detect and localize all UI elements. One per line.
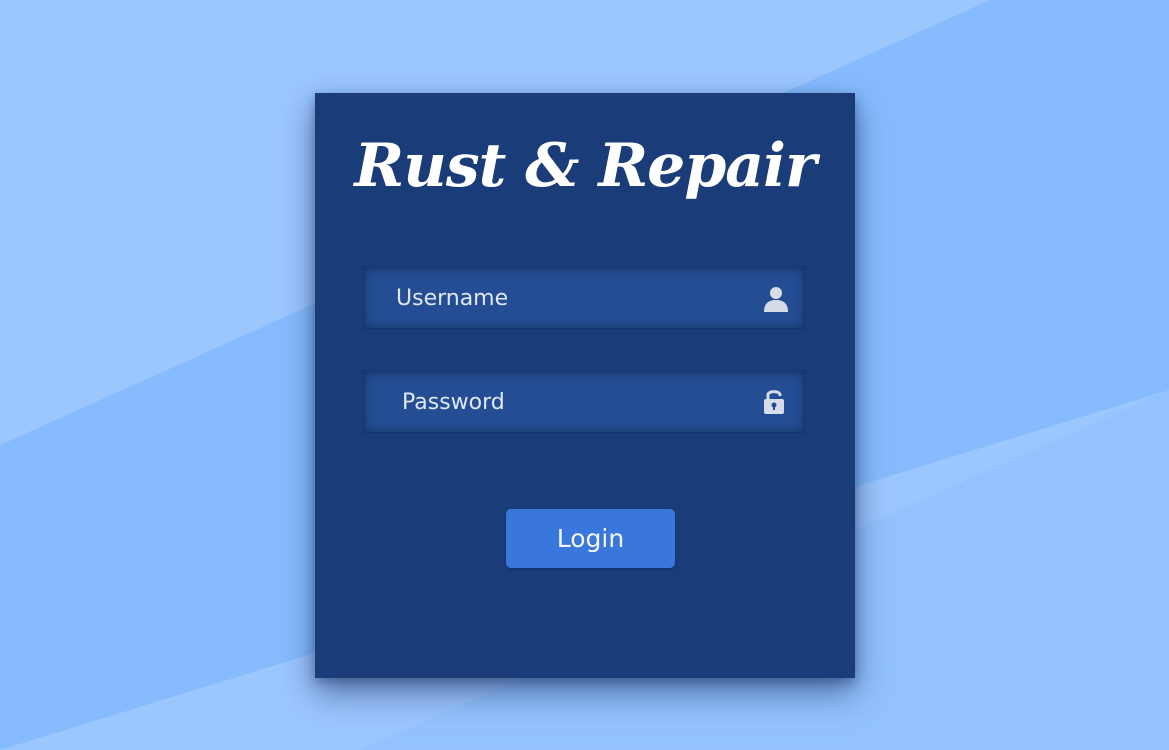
login-card: Rust & Repair Login [315, 93, 855, 678]
unlock-icon [764, 390, 784, 414]
username-field[interactable] [363, 267, 805, 329]
password-field[interactable] [363, 371, 805, 433]
login-button[interactable]: Login [506, 509, 675, 568]
user-icon [764, 287, 788, 312]
password-input[interactable] [400, 372, 742, 432]
app-title: Rust & Repair [354, 131, 816, 201]
username-input[interactable] [394, 268, 736, 328]
